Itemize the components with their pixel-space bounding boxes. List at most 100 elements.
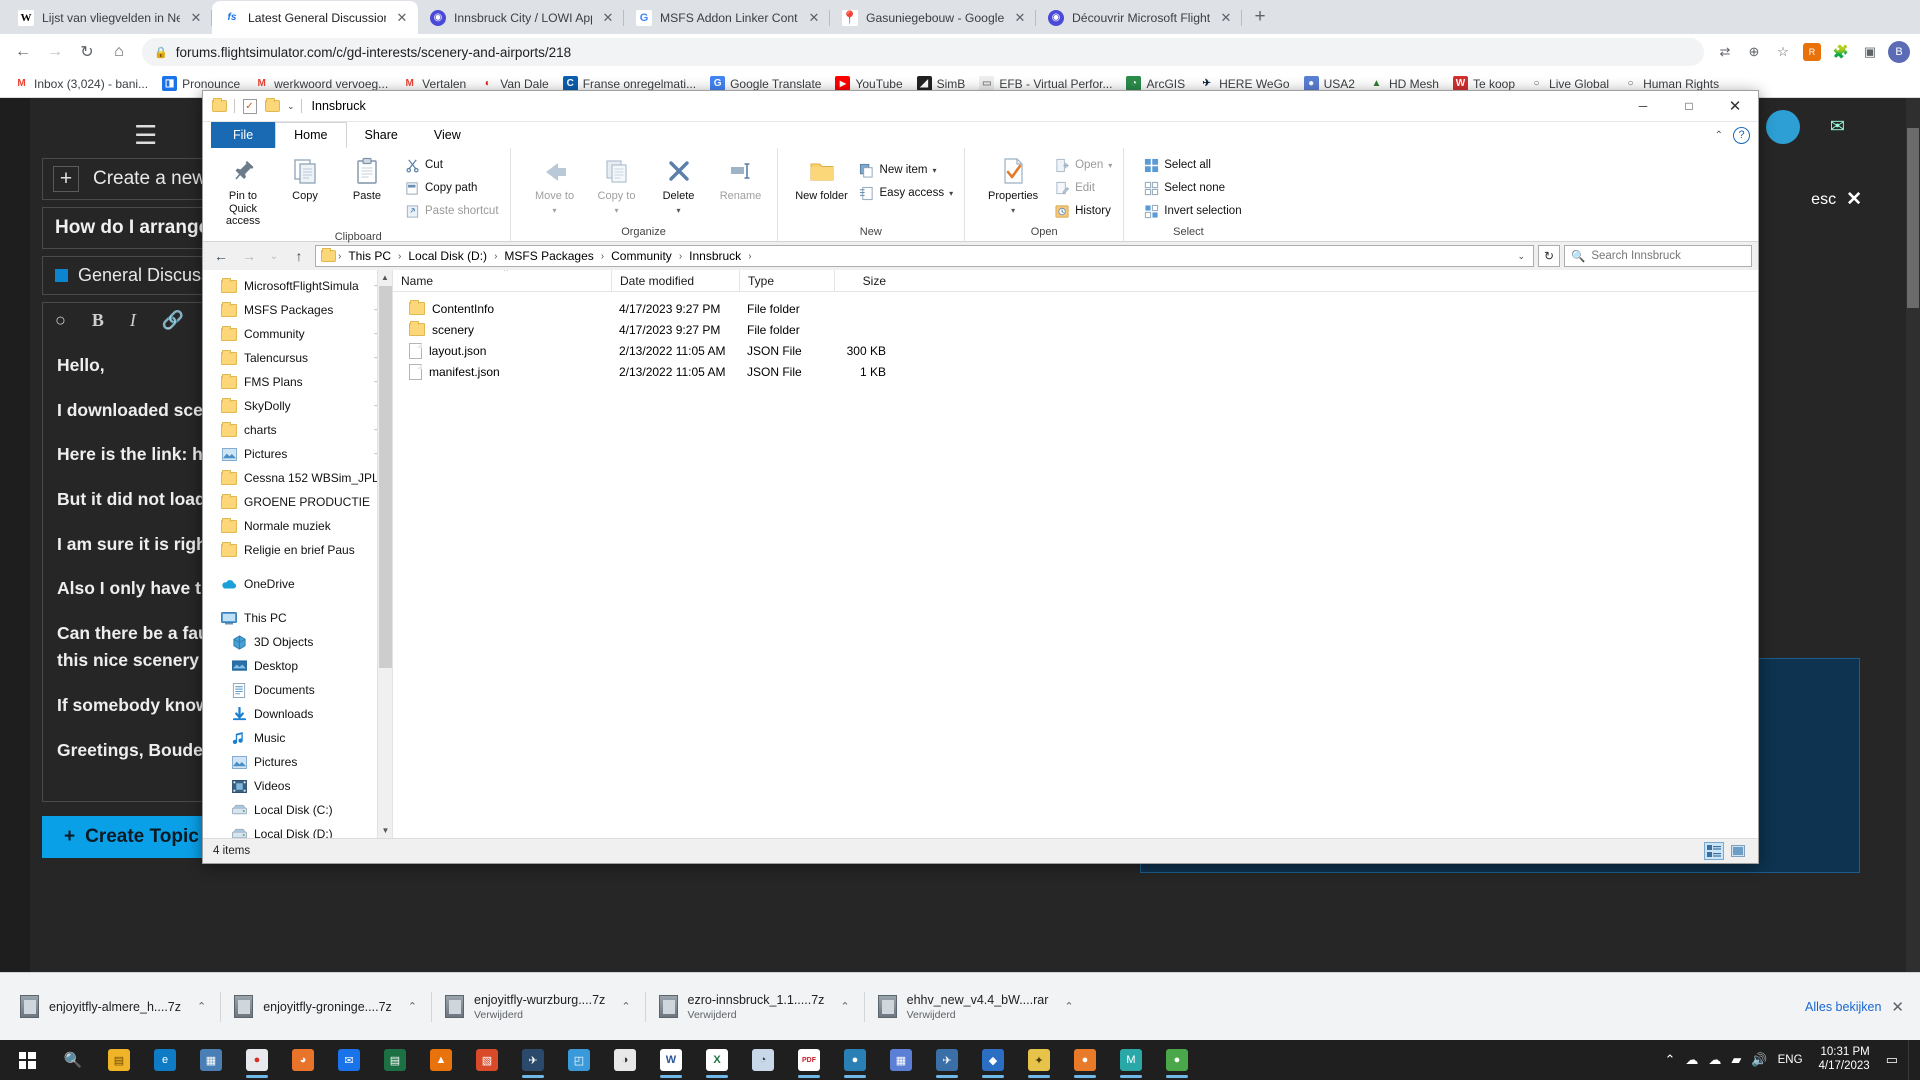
- chevron-down-icon[interactable]: ▾: [1011, 206, 1015, 215]
- edge-taskbar-icon[interactable]: e: [142, 1040, 188, 1080]
- nav-item-music[interactable]: Music: [203, 726, 392, 750]
- nav-item-local-disk-d[interactable]: Local Disk (D:): [203, 822, 392, 838]
- column-header-size[interactable]: Size: [834, 270, 894, 292]
- search-icon[interactable]: 🔍: [50, 1040, 96, 1080]
- browser-tab[interactable]: ◉ Innsbruck City / LOWI Approach ✕: [418, 1, 624, 34]
- nav-item-local-disk-c[interactable]: Local Disk (C:): [203, 798, 392, 822]
- nav-item[interactable]: MicrosoftFlightSimula📌: [203, 274, 392, 298]
- nav-item-videos[interactable]: Videos: [203, 774, 392, 798]
- translate-icon[interactable]: ⇄: [1712, 39, 1738, 65]
- show-hidden-icons-chevron[interactable]: ⌃: [1665, 1052, 1676, 1068]
- tab-close-icon[interactable]: ✕: [1012, 10, 1028, 26]
- reload-icon[interactable]: ↻: [72, 37, 102, 67]
- browser-tab[interactable]: ◉ Découvrir Microsoft Flight Simula ✕: [1036, 1, 1242, 34]
- column-header-name[interactable]: Name ⌃: [393, 270, 611, 292]
- cut-button[interactable]: Cut: [399, 155, 504, 175]
- bold-icon[interactable]: B: [92, 310, 104, 331]
- column-header-type[interactable]: Type: [739, 270, 834, 292]
- nav-scrollbar[interactable]: ▲ ▼: [377, 270, 392, 838]
- calculator-taskbar-icon[interactable]: ▦: [188, 1040, 234, 1080]
- photos-taskbar-icon[interactable]: ◰: [556, 1040, 602, 1080]
- breadcrumb-item[interactable]: Community: [606, 249, 677, 263]
- move-to-button[interactable]: Move to ▾: [525, 152, 585, 218]
- nav-item-3d-objects[interactable]: 3D Objects: [203, 630, 392, 654]
- chevron-down-icon[interactable]: ▾: [1108, 161, 1112, 170]
- customize-caret-icon[interactable]: ⌄: [287, 101, 295, 112]
- bookmark-item[interactable]: M Inbox (3,024) - bani...: [8, 73, 154, 94]
- open-button[interactable]: Open ▾: [1049, 155, 1117, 175]
- column-header-date[interactable]: Date modified: [611, 270, 739, 292]
- breadcrumb-item[interactable]: Innsbruck: [684, 249, 746, 263]
- table-row[interactable]: ContentInfo 4/17/2023 9:27 PM File folde…: [393, 298, 1758, 319]
- nav-scrollbar-thumb[interactable]: [379, 286, 392, 668]
- nav-item[interactable]: SkyDolly📌: [203, 394, 392, 418]
- tab-home[interactable]: Home: [275, 122, 347, 148]
- close-download-shelf-icon[interactable]: ✕: [1891, 998, 1904, 1016]
- download-item[interactable]: ezro-innsbruck_1.1.....7z Verwijderd ⌃: [644, 984, 864, 1030]
- close-button[interactable]: ✕: [1712, 91, 1758, 122]
- hamburger-menu-icon[interactable]: ☰: [134, 120, 157, 151]
- nav-item[interactable]: Cessna 152 WBSim_JPLog: [203, 466, 392, 490]
- scroll-up-icon[interactable]: ▲: [378, 270, 392, 285]
- new-item-button[interactable]: New item ▾: [854, 160, 959, 180]
- nav-item[interactable]: GROENE PRODUCTIE: [203, 490, 392, 514]
- chevron-down-icon[interactable]: ▾: [615, 206, 619, 215]
- extensions-puzzle-icon[interactable]: 🧩: [1828, 39, 1854, 65]
- chevron-up-icon[interactable]: ⌃: [197, 1000, 206, 1013]
- help-icon[interactable]: ?: [1733, 126, 1750, 144]
- excel-green-taskbar-icon[interactable]: ▤: [372, 1040, 418, 1080]
- copy-path-button[interactable]: Copy path: [399, 178, 504, 198]
- chevron-up-icon[interactable]: ⌃: [621, 1000, 630, 1013]
- chevron-up-icon[interactable]: ⌃: [408, 1000, 417, 1013]
- navigation-pane[interactable]: MicrosoftFlightSimula📌 MSFS Packages📌 Co…: [203, 270, 393, 838]
- chevron-up-icon[interactable]: ⌃: [1064, 1000, 1073, 1013]
- back-icon[interactable]: ←: [8, 37, 38, 67]
- copy-button[interactable]: Copy: [275, 152, 335, 206]
- large-icons-view-icon[interactable]: [1728, 842, 1748, 860]
- quote-icon[interactable]: ○: [55, 310, 66, 331]
- star-outline-icon[interactable]: ☆: [1770, 39, 1796, 65]
- new-folder-icon[interactable]: [264, 98, 281, 114]
- pin-to-quick-access-button[interactable]: Pin to Quick access: [213, 152, 273, 231]
- page-scrollbar[interactable]: [1906, 98, 1920, 972]
- messages-icon[interactable]: ✉: [1830, 116, 1845, 137]
- forward-icon[interactable]: →: [40, 37, 70, 67]
- history-button[interactable]: History: [1049, 201, 1117, 221]
- extension-orange-icon[interactable]: R: [1799, 39, 1825, 65]
- back-icon[interactable]: ←: [209, 245, 233, 267]
- nav-item-documents[interactable]: Documents: [203, 678, 392, 702]
- chevron-up-icon[interactable]: ⌃: [840, 1000, 849, 1013]
- tab-close-icon[interactable]: ✕: [394, 10, 410, 26]
- properties-button[interactable]: Properties ▾: [979, 152, 1047, 218]
- download-item[interactable]: enjoyitfly-groninge....7z ⌃: [220, 984, 431, 1030]
- close-icon[interactable]: ✕: [1846, 188, 1862, 211]
- new-tab-button[interactable]: +: [1246, 3, 1274, 31]
- browser-tab[interactable]: 📍 Gasuniegebouw - Google Maps ✕: [830, 1, 1036, 34]
- home-icon[interactable]: ⌂: [104, 37, 134, 67]
- details-view-icon[interactable]: [1704, 842, 1724, 860]
- select-all-button[interactable]: Select all: [1138, 155, 1246, 175]
- globe-taskbar-icon[interactable]: ●: [832, 1040, 878, 1080]
- paint-taskbar-icon[interactable]: ◔: [740, 1040, 786, 1080]
- properties-check-icon[interactable]: ✓: [241, 98, 258, 114]
- language-indicator[interactable]: ENG: [1778, 1054, 1803, 1066]
- sidepanel-icon[interactable]: ▣: [1857, 39, 1883, 65]
- breadcrumb[interactable]: › This PC › Local Disk (D:) › MSFS Packa…: [315, 245, 1534, 267]
- pdf-taskbar-icon[interactable]: PDF: [786, 1040, 832, 1080]
- nav-item[interactable]: FMS Plans📌: [203, 370, 392, 394]
- volume-icon[interactable]: 🔊: [1751, 1052, 1767, 1068]
- browser-tab-active[interactable]: fs Latest General Discussion & Inte ✕: [212, 1, 418, 34]
- collapse-ribbon-icon[interactable]: ⌃: [1715, 130, 1723, 141]
- show-all-downloads-link[interactable]: Alles bekijken: [1805, 1000, 1881, 1014]
- esc-close-row[interactable]: esc ✕: [1811, 188, 1862, 211]
- tab-share[interactable]: Share: [347, 122, 416, 148]
- maximize-button[interactable]: □: [1666, 91, 1712, 122]
- msfs-taskbar-icon[interactable]: ✈: [510, 1040, 556, 1080]
- zoom-icon[interactable]: ⊕: [1741, 39, 1767, 65]
- forum-user-avatar[interactable]: [1766, 110, 1800, 144]
- create-topic-button[interactable]: + Create Topic: [42, 816, 221, 859]
- clock-taskbar-icon[interactable]: ◑: [602, 1040, 648, 1080]
- profile-avatar[interactable]: B: [1886, 39, 1912, 65]
- nav-item[interactable]: Community📌: [203, 322, 392, 346]
- word-taskbar-icon[interactable]: W: [648, 1040, 694, 1080]
